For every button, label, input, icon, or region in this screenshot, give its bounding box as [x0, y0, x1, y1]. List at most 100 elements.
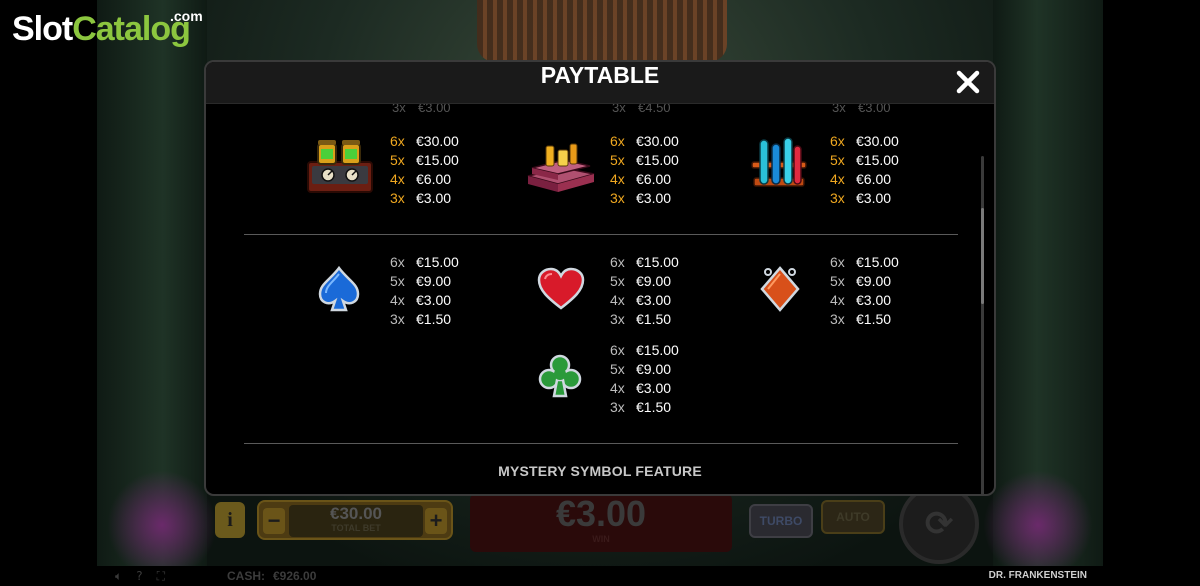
fullscreen-icon[interactable]: ⛶	[157, 569, 165, 583]
bet-increase-button[interactable]: +	[425, 508, 447, 534]
multiplier: 6x	[610, 254, 625, 270]
total-bet-value: €30.00	[330, 504, 382, 523]
multiplier: 5x	[390, 273, 405, 289]
win-display: €3.00 WIN	[470, 494, 732, 552]
payout: €3.00	[636, 380, 672, 396]
scrollbar-thumb[interactable]	[981, 208, 984, 304]
cash-display: CASH: €926.00	[227, 569, 316, 583]
multiplier: 4x	[390, 171, 405, 187]
total-bet-label: TOTAL BET	[331, 523, 381, 533]
payout: €9.00	[416, 273, 452, 289]
cut-row-value: €3.00	[858, 104, 891, 115]
multiplier: 4x	[610, 292, 625, 308]
turbo-button[interactable]: TURBO	[749, 504, 813, 538]
logo-suffix: .com	[170, 8, 203, 24]
modal-title: PAYTABLE	[540, 62, 660, 88]
section-divider	[244, 234, 958, 235]
total-bet-display: €30.00 TOTAL BET	[289, 505, 423, 537]
payout: €30.00	[416, 133, 459, 149]
lab-machine-symbol-icon	[304, 138, 376, 201]
payout: €15.00	[856, 254, 899, 270]
multiplier: 6x	[390, 254, 405, 270]
multiplier: 3x	[390, 311, 405, 327]
payout: €9.00	[636, 273, 672, 289]
section-divider	[244, 443, 958, 444]
cash-label: CASH:	[227, 569, 265, 583]
potion-books-paytable: 6x €30.00 5x €15.00 4x €6.00 3x €3.00	[610, 132, 679, 208]
multiplier: 3x	[610, 399, 625, 415]
tesla-coil	[477, 0, 727, 62]
payout: €15.00	[856, 152, 899, 168]
payout: €3.00	[416, 190, 452, 206]
multiplier: 6x	[830, 133, 845, 149]
payout: €1.50	[636, 311, 672, 327]
multiplier: 4x	[830, 171, 845, 187]
spade-paytable: 6x €15.00 5x €9.00 4x €3.00 3x €1.50	[390, 253, 459, 329]
potion-books-symbol-icon	[524, 138, 598, 201]
left-glow	[107, 470, 217, 580]
cut-row-count: 3x	[832, 104, 846, 115]
game-name: DR. FRANKENSTEIN	[988, 570, 1087, 581]
paytable-content[interactable]: 3x €3.00 3x €4.50 3x €3.00 6x €30.00 5x …	[206, 104, 994, 494]
right-glow	[983, 470, 1093, 580]
multiplier: 5x	[830, 152, 845, 168]
multiplier: 5x	[390, 152, 405, 168]
multiplier: 4x	[610, 380, 625, 396]
payout: €9.00	[856, 273, 892, 289]
payout: €15.00	[636, 152, 679, 168]
diamond-paytable: 6x €15.00 5x €9.00 4x €3.00 3x €1.50	[830, 253, 899, 329]
scrollbar-track[interactable]	[981, 156, 984, 494]
payout: €3.00	[636, 190, 672, 206]
payout: €6.00	[856, 171, 892, 187]
multiplier: 5x	[830, 273, 845, 289]
paytable-modal: PAYTABLE 3x €3.00 3x €4.50 3x €3.00 6x €…	[204, 60, 996, 496]
diamond-symbol-icon	[758, 264, 802, 319]
payout: €9.00	[636, 361, 672, 377]
payout: €3.00	[416, 292, 452, 308]
close-icon	[956, 70, 980, 94]
test-tubes-paytable: 6x €30.00 5x €15.00 4x €6.00 3x €3.00	[830, 132, 899, 208]
mystery-symbol-feature-heading: MYSTERY SYMBOL FEATURE	[498, 463, 702, 479]
multiplier: 6x	[390, 133, 405, 149]
spade-symbol-icon	[316, 264, 362, 319]
heart-paytable: 6x €15.00 5x €9.00 4x €3.00 3x €1.50	[610, 253, 679, 329]
payout: €30.00	[856, 133, 899, 149]
payout: €30.00	[636, 133, 679, 149]
payout: €3.00	[636, 292, 672, 308]
modal-header: PAYTABLE	[206, 62, 994, 104]
test-tubes-symbol-icon	[750, 134, 808, 199]
info-button[interactable]: i	[215, 502, 245, 538]
multiplier: 4x	[610, 171, 625, 187]
multiplier: 4x	[830, 292, 845, 308]
payout: €6.00	[416, 171, 452, 187]
auto-button[interactable]: AUTO	[821, 500, 885, 534]
cut-row-count: 3x	[392, 104, 406, 115]
multiplier: 5x	[610, 273, 625, 289]
club-symbol-icon	[538, 352, 582, 405]
win-value: €3.00	[555, 493, 647, 534]
multiplier: 5x	[610, 152, 625, 168]
status-bar: 🔈︎? ⛶ CASH: €926.00 DR. FRANKENSTEIN	[97, 566, 1103, 586]
payout: €6.00	[636, 171, 672, 187]
bet-selector: − €30.00 TOTAL BET +	[257, 500, 453, 540]
cut-row-value: €4.50	[638, 104, 671, 115]
sound-icon[interactable]: 🔈︎	[115, 569, 122, 583]
status-icons: 🔈︎? ⛶	[115, 569, 179, 584]
bet-decrease-button[interactable]: −	[263, 508, 285, 534]
multiplier: 3x	[610, 190, 625, 206]
payout: €15.00	[416, 152, 459, 168]
control-bar: i − €30.00 TOTAL BET + €3.00 WIN TURBO A…	[205, 484, 995, 564]
logo-word-slot: Slot	[12, 10, 73, 48]
payout: €15.00	[636, 342, 679, 358]
multiplier: 3x	[610, 311, 625, 327]
close-button[interactable]	[954, 68, 982, 96]
multiplier: 6x	[610, 133, 625, 149]
payout: €15.00	[636, 254, 679, 270]
help-icon[interactable]: ?	[136, 569, 142, 583]
heart-symbol-icon	[536, 266, 586, 317]
lab-machine-paytable: 6x €30.00 5x €15.00 4x €6.00 3x €3.00	[390, 132, 459, 208]
payout: €1.50	[636, 399, 672, 415]
multiplier: 6x	[830, 254, 845, 270]
cut-row-count: 3x	[612, 104, 626, 115]
spin-button[interactable]: ⟳	[899, 484, 979, 564]
